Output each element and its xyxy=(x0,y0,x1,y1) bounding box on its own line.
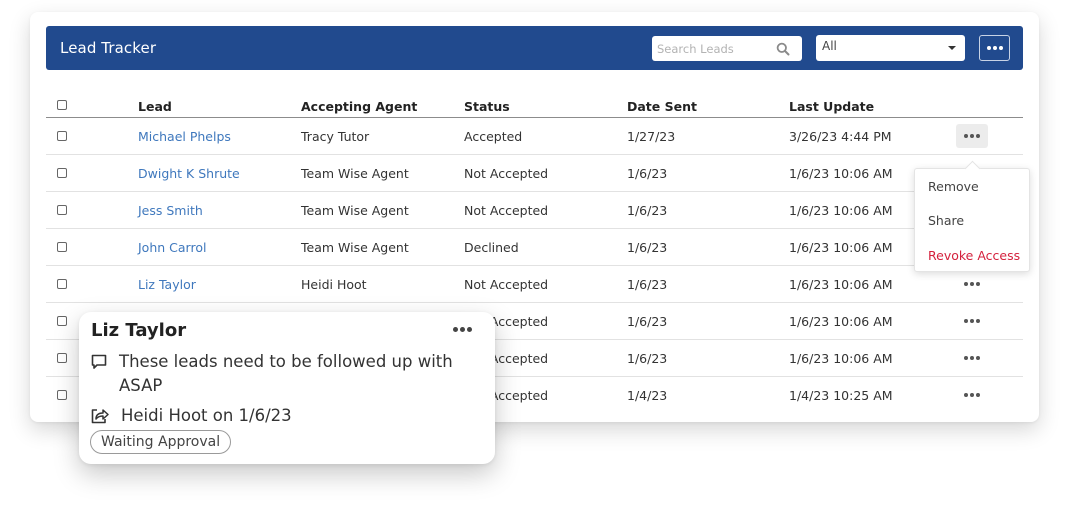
more-horizontal-icon xyxy=(986,46,1003,50)
date-sent: 1/27/23 xyxy=(627,129,676,144)
header-more-button[interactable] xyxy=(979,35,1010,61)
caret-down-icon xyxy=(948,46,956,50)
row-checkbox[interactable] xyxy=(57,316,67,326)
more-horizontal-icon xyxy=(964,393,980,397)
accepting-agent: Tracy Tutor xyxy=(301,129,370,144)
popover-more-button[interactable] xyxy=(453,327,472,332)
row-checkbox[interactable] xyxy=(57,205,67,215)
column-header-lead[interactable]: Lead xyxy=(138,99,172,114)
menu-item-share[interactable]: Share xyxy=(928,213,964,228)
column-header-date-sent[interactable]: Date Sent xyxy=(627,99,697,114)
table-row: Dwight K Shrute Team Wise Agent Not Acce… xyxy=(46,155,1023,192)
column-header-accepting-agent[interactable]: Accepting Agent xyxy=(301,99,417,114)
status: Not Accepted xyxy=(464,203,549,218)
more-horizontal-icon xyxy=(964,282,980,286)
more-horizontal-icon xyxy=(964,134,980,138)
last-update: 1/6/23 10:06 AM xyxy=(789,166,893,181)
last-update: 1/6/23 10:06 AM xyxy=(789,277,893,292)
date-sent: 1/6/23 xyxy=(627,351,668,366)
accepting-agent: Heidi Hoot xyxy=(301,277,367,292)
date-sent: 1/6/23 xyxy=(627,240,668,255)
last-update: 1/6/23 10:06 AM xyxy=(789,314,893,329)
date-sent: 1/6/23 xyxy=(627,166,668,181)
column-header-last-update[interactable]: Last Update xyxy=(789,99,874,114)
row-more-button[interactable] xyxy=(956,309,988,333)
row-checkbox[interactable] xyxy=(57,353,67,363)
accepting-agent: Team Wise Agent xyxy=(301,240,409,255)
search-box[interactable] xyxy=(652,36,802,61)
lead-link[interactable]: Liz Taylor xyxy=(138,277,196,292)
popover-shared-by: Heidi Hoot on 1/6/23 xyxy=(121,406,292,425)
status-badge: Waiting Approval xyxy=(90,430,232,454)
last-update: 1/6/23 10:06 AM xyxy=(789,240,893,255)
lead-detail-popover: Liz Taylor These leads need to be follow… xyxy=(79,312,495,464)
accepting-agent: Team Wise Agent xyxy=(301,203,409,218)
last-update: 1/6/23 10:06 AM xyxy=(789,203,893,218)
lead-link[interactable]: Dwight K Shrute xyxy=(138,166,240,181)
last-update: 1/4/23 10:25 AM xyxy=(789,388,893,403)
table-row: John Carrol Team Wise Agent Declined 1/6… xyxy=(46,229,1023,266)
table-row: Michael Phelps Tracy Tutor Accepted 1/27… xyxy=(46,118,1023,155)
filter-select-value: All xyxy=(822,39,837,53)
table-row: Jess Smith Team Wise Agent Not Accepted … xyxy=(46,192,1023,229)
accepting-agent: Team Wise Agent xyxy=(301,166,409,181)
popover-lead-name: Liz Taylor xyxy=(91,320,187,341)
date-sent: 1/6/23 xyxy=(627,203,668,218)
comment-icon xyxy=(91,354,107,369)
date-sent: 1/6/23 xyxy=(627,277,668,292)
status: Accepted xyxy=(464,129,523,144)
row-checkbox[interactable] xyxy=(57,242,67,252)
popover-note: These leads need to be followed up with … xyxy=(119,352,453,395)
status: Declined xyxy=(464,240,519,255)
share-icon xyxy=(91,409,109,424)
page-title: Lead Tracker xyxy=(60,39,157,57)
more-horizontal-icon xyxy=(964,319,980,323)
lead-link[interactable]: Michael Phelps xyxy=(138,129,231,144)
status: Not Accepted xyxy=(464,277,549,292)
last-update: 3/26/23 4:44 PM xyxy=(789,129,892,144)
row-checkbox[interactable] xyxy=(57,390,67,400)
date-sent: 1/4/23 xyxy=(627,388,668,403)
search-icon[interactable] xyxy=(776,42,790,56)
menu-item-remove[interactable]: Remove xyxy=(928,179,979,194)
table-header-row: Lead Accepting Agent Status Date Sent La… xyxy=(46,92,1023,118)
row-checkbox[interactable] xyxy=(57,279,67,289)
select-all-checkbox[interactable] xyxy=(57,100,67,110)
lead-link[interactable]: Jess Smith xyxy=(138,203,203,218)
row-more-button[interactable] xyxy=(956,272,988,296)
menu-item-revoke-access[interactable]: Revoke Access xyxy=(928,248,1020,263)
column-header-status[interactable]: Status xyxy=(464,99,510,114)
row-more-button[interactable] xyxy=(956,346,988,370)
more-horizontal-icon xyxy=(964,356,980,360)
search-input[interactable] xyxy=(652,36,770,61)
row-actions-menu: Remove Share Revoke Access xyxy=(914,168,1030,272)
status: Not Accepted xyxy=(464,166,549,181)
last-update: 1/6/23 10:06 AM xyxy=(789,351,893,366)
table-row: Liz Taylor Heidi Hoot Not Accepted 1/6/2… xyxy=(46,266,1023,303)
row-checkbox[interactable] xyxy=(57,168,67,178)
row-more-button[interactable] xyxy=(956,383,988,407)
filter-select[interactable]: All xyxy=(816,35,965,61)
lead-tracker-header: Lead Tracker All xyxy=(46,26,1023,70)
date-sent: 1/6/23 xyxy=(627,314,668,329)
row-checkbox[interactable] xyxy=(57,131,67,141)
lead-link[interactable]: John Carrol xyxy=(138,240,206,255)
row-more-button[interactable] xyxy=(956,124,988,148)
